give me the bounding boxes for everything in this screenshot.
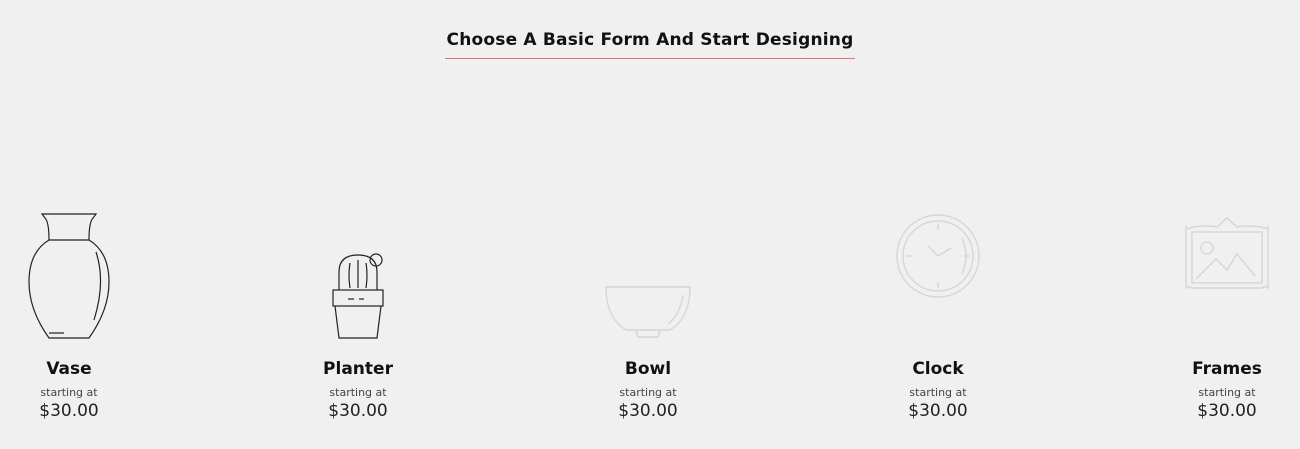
product-price: $30.00 <box>328 401 388 421</box>
product-card-frames[interactable]: Frames starting at $30.00 <box>1147 200 1300 440</box>
product-name: Bowl <box>624 359 672 379</box>
cactus-planter-icon <box>278 200 438 345</box>
starting-at-label: starting at <box>329 386 387 399</box>
product-name: Vase <box>46 359 92 379</box>
product-price: $30.00 <box>618 401 678 421</box>
product-price: $30.00 <box>1197 401 1257 421</box>
product-card-clock[interactable]: Clock starting at $30.00 <box>858 200 1018 440</box>
starting-at-label: starting at <box>619 386 677 399</box>
vase-icon <box>0 200 149 345</box>
product-name: Clock <box>912 359 964 379</box>
clock-icon <box>858 200 1018 345</box>
starting-at-label: starting at <box>909 386 967 399</box>
section-title: Choose A Basic Form And Start Designing <box>444 30 856 59</box>
starting-at-label: starting at <box>40 386 98 399</box>
product-name: Frames <box>1192 359 1262 379</box>
picture-frame-icon <box>1147 200 1300 345</box>
bowl-icon <box>568 200 728 345</box>
product-card-bowl[interactable]: Bowl starting at $30.00 <box>568 200 728 440</box>
product-name: Planter <box>323 359 393 379</box>
product-price: $30.00 <box>39 401 99 421</box>
product-price: $30.00 <box>908 401 968 421</box>
section-header: Choose A Basic Form And Start Designing <box>0 30 1300 59</box>
product-card-planter[interactable]: Planter starting at $30.00 <box>278 200 438 440</box>
product-card-vase[interactable]: Vase starting at $30.00 <box>0 200 149 440</box>
starting-at-label: starting at <box>1198 386 1256 399</box>
